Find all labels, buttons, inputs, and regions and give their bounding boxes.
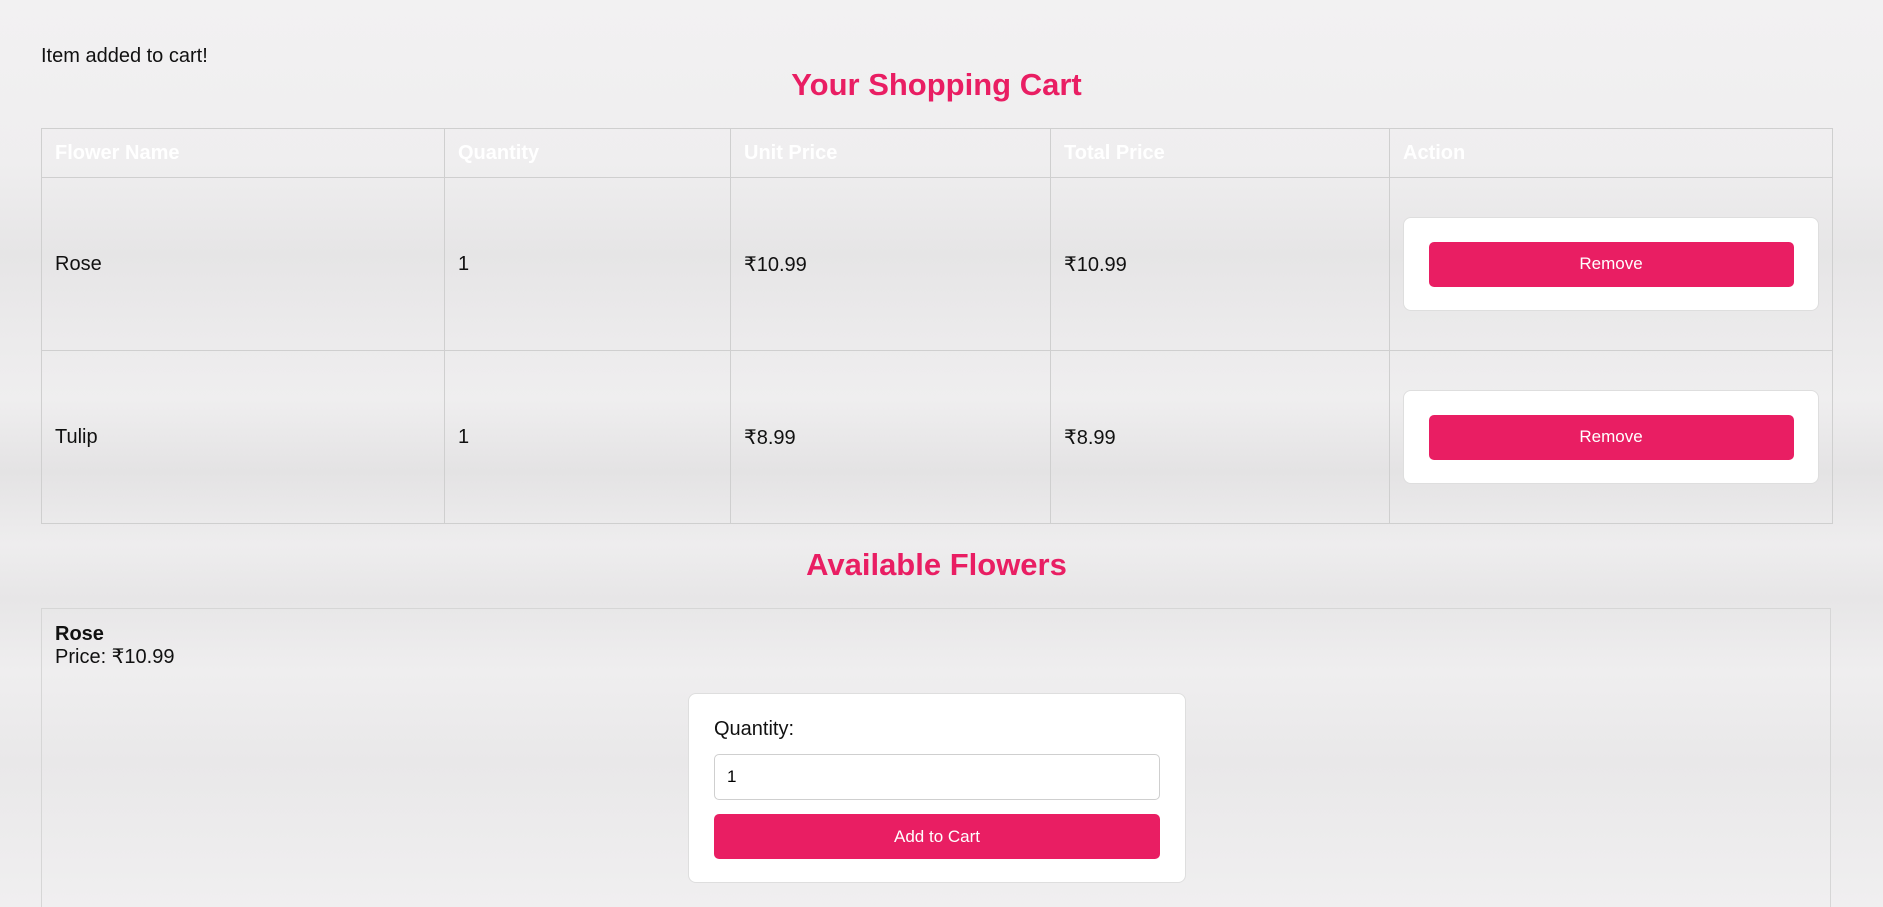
column-header-flower-name: Flower Name	[41, 128, 445, 178]
table-row: Rose 1 ₹10.99 ₹10.99 Remove	[41, 177, 1833, 351]
quantity-label: Quantity:	[714, 718, 795, 740]
remove-form: Remove	[1403, 390, 1819, 484]
remove-form: Remove	[1403, 217, 1819, 311]
cart-table: Flower Name Quantity Unit Price Total Pr…	[41, 128, 1833, 524]
cell-flower-name: Tulip	[41, 350, 445, 524]
table-row: Tulip 1 ₹8.99 ₹8.99 Remove	[41, 350, 1833, 524]
cell-action: Remove	[1389, 177, 1833, 351]
column-header-unit-price: Unit Price	[730, 128, 1051, 178]
cell-unit-price: ₹8.99	[730, 350, 1051, 524]
cell-total-price: ₹8.99	[1050, 350, 1390, 524]
cart-table-header-row: Flower Name Quantity Unit Price Total Pr…	[41, 128, 1833, 178]
quantity-input[interactable]	[714, 754, 1160, 800]
flower-name: Rose	[55, 623, 104, 645]
column-header-total-price: Total Price	[1050, 128, 1390, 178]
cell-flower-name: Rose	[41, 177, 445, 351]
remove-button[interactable]: Remove	[1428, 414, 1794, 460]
add-to-cart-button[interactable]: Add to Cart	[714, 814, 1160, 859]
cell-total-price: ₹10.99	[1050, 177, 1390, 351]
cart-title: Your Shopping Cart	[791, 67, 1082, 102]
flash-message: Item added to cart!	[41, 45, 208, 67]
available-flowers-title: Available Flowers	[806, 547, 1067, 582]
column-header-action: Action	[1389, 128, 1833, 178]
cell-unit-price: ₹10.99	[730, 177, 1051, 351]
column-header-quantity: Quantity	[444, 128, 731, 178]
add-to-cart-form: Quantity: Add to Cart	[688, 693, 1186, 883]
flower-item: Rose Price: ₹10.99 Quantity: Add to Cart	[41, 608, 1831, 907]
cell-quantity: 1	[444, 350, 731, 524]
page: Item added to cart! Your Shopping Cart F…	[41, 0, 1833, 907]
flower-price: Price: ₹10.99	[55, 646, 175, 668]
cell-quantity: 1	[444, 177, 731, 351]
remove-button[interactable]: Remove	[1428, 241, 1794, 287]
cell-action: Remove	[1389, 350, 1833, 524]
